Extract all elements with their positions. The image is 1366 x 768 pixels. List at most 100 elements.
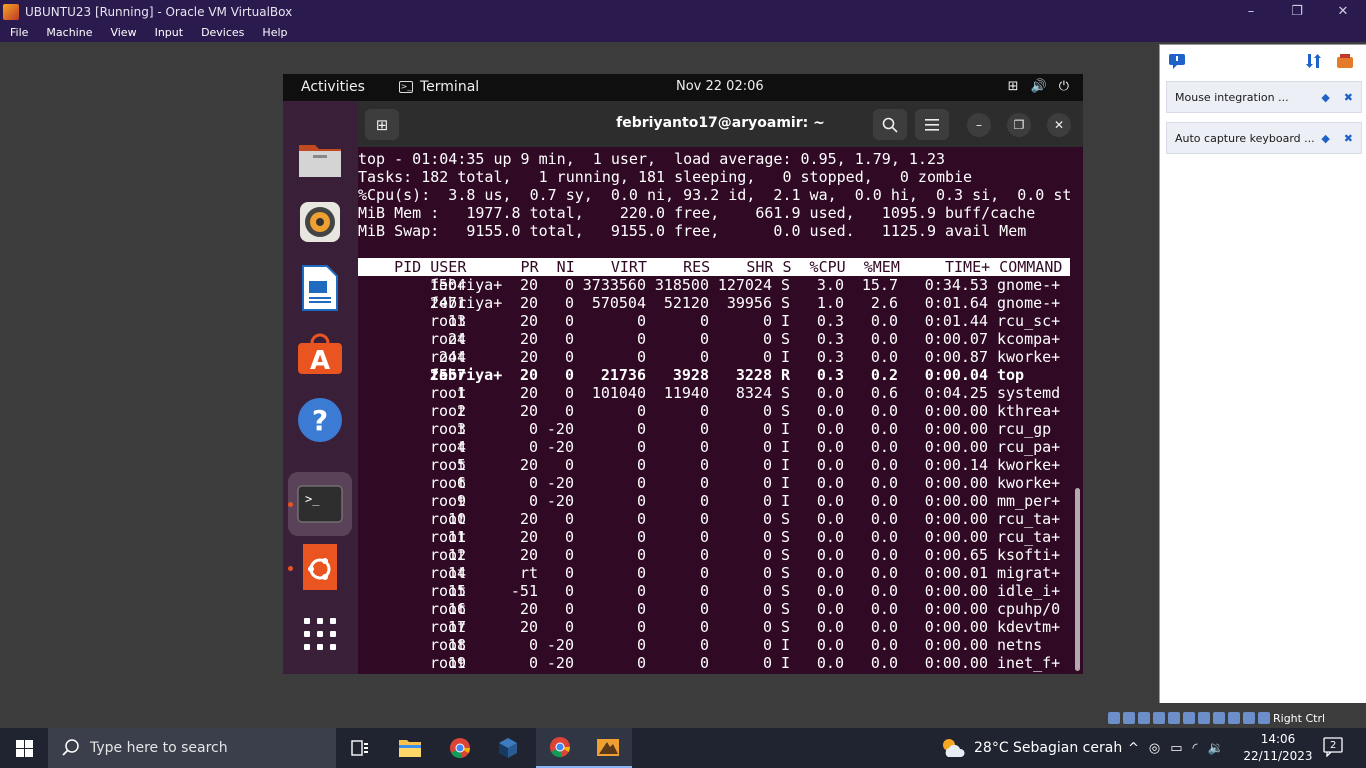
menu-file[interactable]: File: [0, 26, 37, 39]
process-command: idle_i+: [997, 582, 1061, 600]
process-user: febriya+: [430, 366, 503, 384]
host-key-label[interactable]: Right Ctrl: [1273, 712, 1325, 725]
minimize-button[interactable]: –: [1228, 0, 1274, 23]
terminal-icon[interactable]: >_: [288, 472, 352, 536]
taskbar-virtualbox-manager[interactable]: [484, 728, 532, 768]
notice-info-icon[interactable]: ◆: [1321, 91, 1329, 104]
process-time: 0:34.53: [924, 276, 988, 294]
vbox-menubar: File Machine View Input Devices Help: [0, 23, 1366, 42]
process-mem: 0.0: [870, 528, 898, 546]
terminal-scrollbar[interactable]: [1075, 488, 1080, 671]
show-hidden-icons-chevron-icon[interactable]: ^: [1128, 741, 1139, 756]
process-mem: 0.0: [870, 474, 898, 492]
vm-window-icon: [597, 739, 619, 756]
taskbar-chrome-profile[interactable]: [536, 728, 584, 768]
search-button[interactable]: [873, 109, 907, 140]
menu-help[interactable]: Help: [253, 26, 296, 39]
speaker-icon[interactable]: 🔉: [1208, 741, 1224, 756]
notification-center-button[interactable]: 2: [1323, 737, 1345, 759]
tray-app-icon[interactable]: ◎: [1149, 741, 1160, 756]
process-state: S: [781, 402, 791, 420]
process-res: 0: [699, 564, 709, 582]
taskbar-search-box[interactable]: Type here to search: [48, 728, 336, 768]
process-virt: 0: [636, 402, 646, 420]
taskbar-chrome[interactable]: [436, 728, 484, 768]
optical-drive-icon[interactable]: [1123, 712, 1135, 724]
process-shr: 39956: [726, 294, 772, 312]
vt-x-icon[interactable]: [1228, 712, 1240, 724]
terminal-minimize-button[interactable]: –: [967, 113, 991, 137]
process-cpu: 0.0: [816, 456, 844, 474]
process-priority: 20: [519, 366, 538, 384]
notification-icon[interactable]: [1168, 53, 1186, 69]
windows-logo-icon: [15, 739, 33, 757]
recording-icon[interactable]: [1213, 712, 1225, 724]
network-adapter-icon[interactable]: [1153, 712, 1165, 724]
app-center-icon[interactable]: A: [295, 329, 345, 379]
process-shr: 3228: [735, 366, 772, 384]
notice-close-icon[interactable]: ✖: [1344, 91, 1353, 104]
process-shr: 127024: [717, 276, 772, 294]
process-time: 0:00.07: [924, 330, 988, 348]
menu-machine[interactable]: Machine: [37, 26, 101, 39]
clear-notifications-icon[interactable]: [1336, 53, 1354, 69]
notice-auto-capture-keyboard[interactable]: Auto capture keyboard ... ◆ ✖: [1166, 122, 1362, 154]
process-priority: 20: [519, 600, 538, 618]
taskbar-file-explorer[interactable]: [386, 728, 434, 768]
notice-info-icon[interactable]: ◆: [1321, 132, 1329, 145]
process-mem: 0.2: [870, 366, 898, 384]
taskbar-vm-window[interactable]: [584, 728, 632, 768]
ubuntu-icon[interactable]: [295, 542, 345, 592]
process-state: S: [781, 528, 791, 546]
restore-button[interactable]: ❐: [1274, 0, 1320, 23]
network-icon: ⊞: [1007, 79, 1019, 94]
wifi-icon[interactable]: ◜: [1193, 741, 1198, 756]
process-mem: 0.0: [870, 546, 898, 564]
process-state: I: [781, 348, 791, 366]
terminal-output[interactable]: top - 01:04:35 up 9 min, 1 user, load av…: [358, 147, 1083, 674]
process-time: 0:04.25: [924, 384, 988, 402]
menu-devices[interactable]: Devices: [192, 26, 253, 39]
hamburger-menu-button[interactable]: [915, 109, 949, 140]
process-cpu: 0.0: [816, 618, 844, 636]
process-cpu: 0.0: [816, 510, 844, 528]
start-button[interactable]: [0, 728, 48, 768]
topbar-clock[interactable]: Nov 22 02:06: [676, 79, 764, 94]
mouse-integration-icon[interactable]: [1243, 712, 1255, 724]
notice-close-icon[interactable]: ✖: [1344, 132, 1353, 145]
process-row: 17 root 20 0 0 0 0 S 0.0 0.0 0:00.00 kdevtm+: [358, 618, 1070, 636]
terminal-maximize-button[interactable]: ❐: [1007, 113, 1031, 137]
hard-disk-icon[interactable]: [1108, 712, 1120, 724]
process-command: kdevtm+: [997, 618, 1061, 636]
usb-icon[interactable]: [1168, 712, 1180, 724]
menu-input[interactable]: Input: [146, 26, 192, 39]
help-icon[interactable]: ?: [295, 395, 345, 445]
vbox-statusbar: Right Ctrl: [1108, 708, 1366, 728]
process-row: 2557 febriya+ 20 0 21736 3928 3228 R 0.3 0.2 0:00.…: [358, 366, 1070, 384]
weather-widget[interactable]: 28°C Sebagian cerah: [940, 728, 1122, 768]
writer-icon[interactable]: [295, 263, 345, 313]
terminal-close-button[interactable]: ✕: [1047, 113, 1071, 137]
sort-icon[interactable]: [1306, 53, 1322, 69]
activities-button[interactable]: Activities: [301, 79, 365, 95]
process-mem: 0.0: [870, 636, 898, 654]
display-icon[interactable]: [1198, 712, 1210, 724]
process-cpu: 0.0: [816, 474, 844, 492]
files-icon[interactable]: [295, 134, 345, 184]
shared-folders-icon[interactable]: [1183, 712, 1195, 724]
system-tray[interactable]: ⊞ 🔊 ⏻: [1008, 79, 1069, 94]
close-button[interactable]: ✕: [1320, 0, 1366, 23]
menu-view[interactable]: View: [101, 26, 145, 39]
process-virt: 0: [636, 312, 646, 330]
process-user: root: [430, 636, 467, 654]
audio-icon[interactable]: [1138, 712, 1150, 724]
show-apps-icon[interactable]: [295, 609, 345, 659]
battery-icon[interactable]: ▭: [1170, 741, 1182, 756]
task-view-button[interactable]: [336, 728, 384, 768]
notice-mouse-integration[interactable]: Mouse integration ... ◆ ✖: [1166, 81, 1362, 113]
taskbar-clock[interactable]: 14:06 22/11/2023: [1238, 731, 1318, 765]
search-icon: [882, 117, 898, 133]
app-menu[interactable]: >_ Terminal: [399, 79, 479, 95]
rhythmbox-icon[interactable]: [295, 197, 345, 247]
keyboard-capture-icon[interactable]: [1258, 712, 1270, 724]
